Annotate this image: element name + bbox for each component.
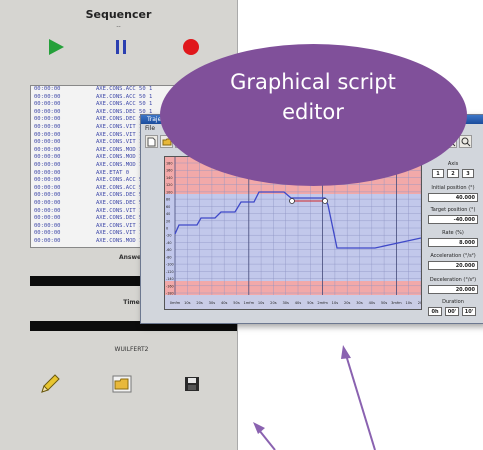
arrows-layer [253, 345, 376, 450]
arrow-head-icon [253, 422, 265, 434]
arrow-line [345, 354, 376, 450]
arrow-head-icon [341, 345, 351, 359]
arrow-line [258, 429, 276, 450]
